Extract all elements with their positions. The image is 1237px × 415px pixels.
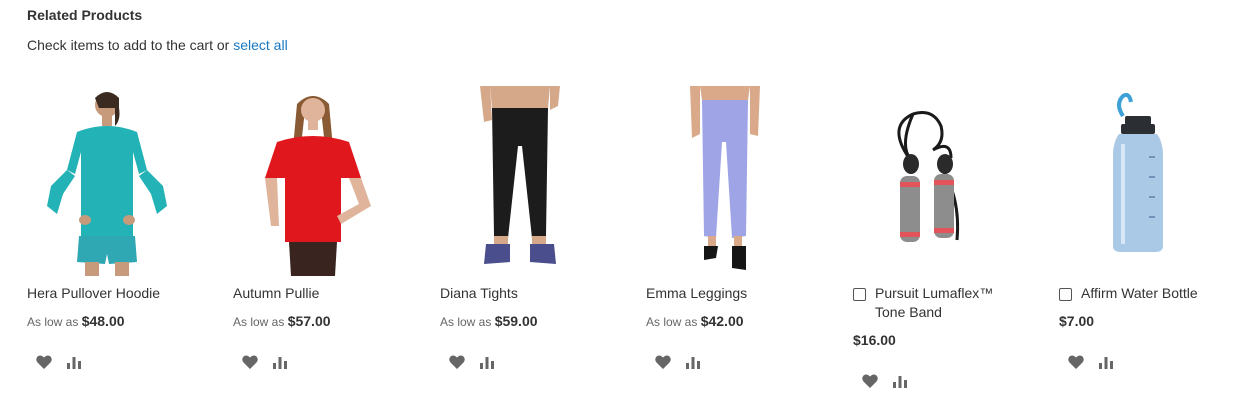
- product-image[interactable]: [646, 86, 806, 276]
- heart-icon[interactable]: [35, 353, 53, 371]
- product-price: As low as $57.00: [233, 313, 423, 329]
- add-to-cart-checkbox[interactable]: [853, 288, 866, 301]
- price-prefix: As low as: [233, 315, 285, 329]
- product-image[interactable]: [233, 86, 393, 276]
- block-actions: Check items to add to the cart or select…: [27, 37, 288, 53]
- price-prefix: As low as: [440, 315, 492, 329]
- heart-icon[interactable]: [241, 353, 259, 371]
- price-amount: $7.00: [1059, 313, 1095, 329]
- compare-icon[interactable]: [478, 353, 496, 371]
- product-image[interactable]: [440, 86, 600, 276]
- heart-icon[interactable]: [654, 353, 672, 371]
- price-prefix: As low as: [27, 315, 79, 329]
- product-name-link[interactable]: Pursuit Lumaflex™ Tone Band: [875, 284, 1025, 322]
- select-all-link[interactable]: select all: [233, 37, 287, 53]
- product-name-link[interactable]: Diana Tights: [440, 284, 518, 303]
- product-item: Pursuit Lumaflex™ Tone Band $16.00: [853, 86, 1043, 390]
- product-item: Autumn Pullie As low as $57.00: [233, 86, 423, 371]
- compare-icon[interactable]: [1097, 353, 1115, 371]
- price-amount: $48.00: [81, 313, 125, 329]
- compare-icon[interactable]: [684, 353, 702, 371]
- price-prefix: As low as: [646, 315, 698, 329]
- product-name-link[interactable]: Emma Leggings: [646, 284, 747, 303]
- product-image[interactable]: [1059, 86, 1219, 276]
- product-price: As low as $48.00: [27, 313, 217, 329]
- product-item: Affirm Water Bottle $7.00: [1059, 86, 1237, 371]
- price-amount: $59.00: [494, 313, 538, 329]
- heart-icon[interactable]: [448, 353, 466, 371]
- product-image[interactable]: [27, 86, 187, 276]
- block-title: Related Products: [27, 7, 143, 23]
- heart-icon[interactable]: [1067, 353, 1085, 371]
- product-price: As low as $42.00: [646, 313, 836, 329]
- check-items-text: Check items to add to the cart or: [27, 37, 230, 53]
- product-image[interactable]: [853, 86, 1013, 276]
- product-item: Emma Leggings As low as $42.00: [646, 86, 836, 371]
- product-item: Hera Pullover Hoodie As low as $48.00: [27, 86, 217, 371]
- add-to-cart-checkbox[interactable]: [1059, 288, 1072, 301]
- product-name-link[interactable]: Autumn Pullie: [233, 284, 319, 303]
- heart-icon[interactable]: [861, 372, 879, 390]
- product-price: $16.00: [853, 332, 1043, 348]
- price-amount: $57.00: [287, 313, 331, 329]
- compare-icon[interactable]: [271, 353, 289, 371]
- product-price: As low as $59.00: [440, 313, 630, 329]
- compare-icon[interactable]: [891, 372, 909, 390]
- compare-icon[interactable]: [65, 353, 83, 371]
- product-name-link[interactable]: Affirm Water Bottle: [1081, 284, 1198, 303]
- product-name-link[interactable]: Hera Pullover Hoodie: [27, 284, 160, 303]
- price-amount: $16.00: [853, 332, 896, 348]
- product-price: $7.00: [1059, 313, 1237, 329]
- price-amount: $42.00: [700, 313, 744, 329]
- product-item: Diana Tights As low as $59.00: [440, 86, 630, 371]
